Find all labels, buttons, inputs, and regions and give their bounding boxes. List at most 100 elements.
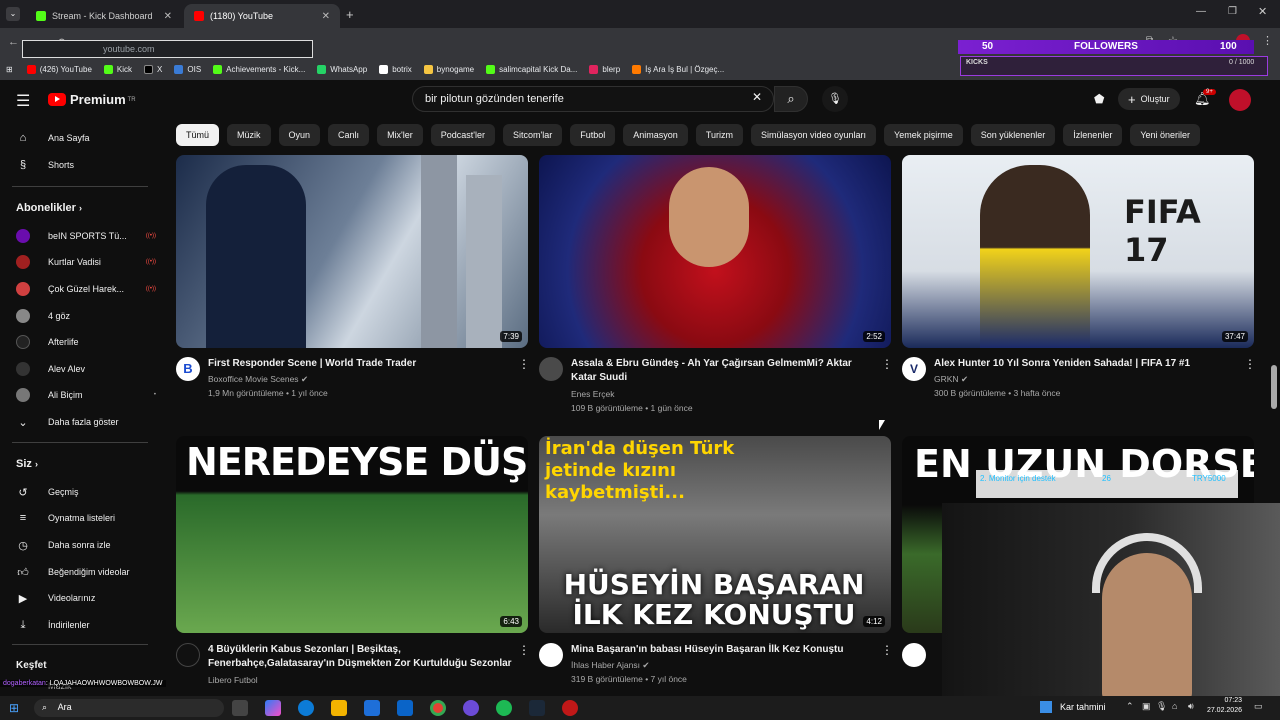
- sidebar-sub-item[interactable]: beIN SPORTS Tü... ((•)): [16, 225, 156, 247]
- sidebar-sub-item[interactable]: Alev Alev: [16, 358, 156, 380]
- chrome-icon[interactable]: [430, 700, 446, 716]
- sidebar-item-playlists[interactable]: ≡ Oynatma listeleri: [16, 507, 156, 529]
- chip[interactable]: Futbol: [570, 124, 616, 146]
- channel-name[interactable]: Enes Erçek: [571, 387, 614, 401]
- file-explorer-icon[interactable]: [331, 700, 347, 716]
- bookmark-item[interactable]: botrix: [379, 64, 412, 74]
- copilot-icon[interactable]: [265, 700, 281, 716]
- hamburger-menu-icon[interactable]: ☰: [16, 91, 30, 111]
- channel-name[interactable]: İhlas Haber Ajansı ✔: [571, 658, 649, 672]
- voice-search-button[interactable]: 🎙︎: [822, 86, 848, 112]
- youtube-premium-logo[interactable]: Premium TR: [48, 92, 136, 107]
- video-title[interactable]: Alex Hunter 10 Yıl Sonra Yeniden Sahada!…: [934, 357, 1234, 371]
- bookmark-item[interactable]: X: [144, 64, 162, 74]
- sidebar-item-history[interactable]: ↺ Geçmiş: [16, 481, 156, 503]
- video-title[interactable]: First Responder Scene | World Trade Trad…: [208, 357, 508, 371]
- sidebar-item-watch-later[interactable]: ◷ Daha sonra izle: [16, 534, 156, 556]
- cast-icon[interactable]: ⬟: [1094, 92, 1104, 106]
- more-options-icon[interactable]: ⋮: [518, 643, 530, 657]
- sidebar-item-downloads[interactable]: ⤓ İndirilenler: [16, 614, 156, 636]
- search-input[interactable]: bir pilotun gözünden tenerife: [412, 86, 774, 112]
- apps-grid-icon[interactable]: ⊞: [6, 65, 13, 74]
- chip[interactable]: Son yüklenenler: [970, 124, 1056, 146]
- channel-avatar[interactable]: [902, 643, 926, 667]
- back-icon[interactable]: ←: [8, 36, 19, 48]
- sidebar-item-your-videos[interactable]: ▶ Videolarınız: [16, 587, 156, 609]
- show-more-button[interactable]: ⌄ Daha fazla göster: [16, 411, 156, 433]
- sidebar-sub-item[interactable]: Çok Güzel Harek... ((•)): [16, 278, 156, 300]
- weather-label[interactable]: Kar tahmini: [1060, 702, 1106, 712]
- app-icon[interactable]: [562, 700, 578, 716]
- channel-name[interactable]: GRKN ✔: [934, 372, 968, 386]
- close-icon[interactable]: ✕: [322, 11, 330, 22]
- edge-icon[interactable]: [298, 700, 314, 716]
- you-header[interactable]: Siz ›: [16, 458, 38, 470]
- chip[interactable]: İzlenenler: [1063, 124, 1123, 146]
- microphone-icon[interactable]: 🎙︎: [1156, 701, 1167, 712]
- sidebar-sub-item[interactable]: Ali Biçim •: [16, 384, 156, 406]
- create-button[interactable]: + Oluştur: [1118, 88, 1180, 110]
- bookmark-item[interactable]: salimcapital Kick Da...: [486, 64, 577, 74]
- volume-icon[interactable]: 🔊︎: [1188, 701, 1194, 712]
- clock-date[interactable]: 27.02.2026: [1200, 707, 1242, 714]
- obs-icon[interactable]: [463, 700, 479, 716]
- network-icon[interactable]: ⌂: [1172, 701, 1177, 711]
- chip[interactable]: Tümü: [176, 124, 220, 146]
- bookmark-item[interactable]: (426) YouTube: [26, 64, 92, 74]
- url-field[interactable]: youtube.com: [22, 40, 313, 58]
- menu-dots-icon[interactable]: ⋮: [1262, 34, 1273, 47]
- subscriptions-header[interactable]: Abonelikler ›: [16, 202, 82, 214]
- channel-avatar[interactable]: [539, 357, 563, 381]
- video-thumbnail[interactable]: İran'da düşen Türk jetinde kızını kaybet…: [539, 436, 891, 633]
- tray-chevron-icon[interactable]: ⌃: [1126, 701, 1134, 712]
- tab-kick-dashboard[interactable]: Stream - Kick Dashboard ✕: [26, 4, 182, 28]
- channel-avatar[interactable]: V: [902, 357, 926, 381]
- chip[interactable]: Canlı: [328, 124, 370, 146]
- channel-avatar[interactable]: [176, 643, 200, 667]
- tab-youtube[interactable]: (1180) YouTube ✕: [184, 4, 340, 28]
- bookmark-item[interactable]: bynogame: [423, 64, 474, 74]
- chip[interactable]: Oyun: [278, 124, 321, 146]
- chip[interactable]: Yeni öneriler: [1130, 124, 1201, 146]
- chip[interactable]: Müzik: [227, 124, 271, 146]
- steam-icon[interactable]: [529, 700, 545, 716]
- more-options-icon[interactable]: ⋮: [881, 643, 893, 657]
- channel-avatar[interactable]: [539, 643, 563, 667]
- video-title[interactable]: 4 Büyüklerin Kabus Sezonları | Beşiktaş,…: [208, 643, 518, 671]
- windows-start-icon[interactable]: ⊞: [9, 701, 19, 715]
- bookmark-item[interactable]: Achievements - Kick...: [213, 64, 305, 74]
- bookmark-item[interactable]: WhatsApp: [317, 64, 367, 74]
- task-view-icon[interactable]: [232, 700, 248, 716]
- notification-center-icon[interactable]: ▭: [1254, 701, 1263, 712]
- bookmark-item[interactable]: OIS: [174, 64, 201, 74]
- sidebar-item-liked[interactable]: 👍︎ Beğendiğim videolar: [16, 561, 156, 583]
- video-thumbnail[interactable]: NEREDEYSE DÜŞECEKTİ! 6:43: [176, 436, 528, 633]
- bookmark-item[interactable]: blerp: [589, 64, 620, 74]
- close-window-icon[interactable]: ✕: [1258, 5, 1267, 18]
- more-options-icon[interactable]: ⋮: [1244, 357, 1256, 371]
- more-options-icon[interactable]: ⋮: [881, 357, 893, 371]
- channel-name[interactable]: Libero Futbol: [208, 673, 258, 687]
- sidebar-item-shorts[interactable]: § Shorts: [16, 154, 156, 176]
- tray-app-icon[interactable]: ▣: [1142, 701, 1151, 712]
- more-options-icon[interactable]: ⋮: [518, 357, 530, 371]
- sidebar-item-home[interactable]: ⌂ Ana Sayfa: [16, 127, 156, 149]
- outlook-icon[interactable]: [397, 700, 413, 716]
- video-title[interactable]: Mina Başaran'ın babası Hüseyin Başaran İ…: [571, 643, 871, 657]
- video-title[interactable]: Assala & Ebru Gündeş - Ah Yar Çağırsan G…: [571, 357, 871, 385]
- channel-name[interactable]: Boxoffice Movie Scenes ✔: [208, 372, 308, 386]
- tab-search-icon[interactable]: ⌄: [6, 7, 20, 21]
- bookmark-item[interactable]: İş Ara İş Bul | Özgeç...: [632, 64, 724, 74]
- chip[interactable]: Podcast'ler: [430, 124, 496, 146]
- close-icon[interactable]: ✕: [164, 11, 172, 22]
- minimize-icon[interactable]: —: [1196, 6, 1206, 17]
- search-button[interactable]: ⌕: [774, 86, 808, 112]
- account-avatar[interactable]: [1229, 89, 1251, 111]
- clear-search-icon[interactable]: ✕: [752, 90, 762, 104]
- spotify-icon[interactable]: [496, 700, 512, 716]
- sidebar-sub-item[interactable]: 4 göz: [16, 305, 156, 327]
- maximize-icon[interactable]: ❐: [1228, 6, 1237, 17]
- sidebar-sub-item[interactable]: Afterlife: [16, 331, 156, 353]
- chip[interactable]: Yemek pişirme: [884, 124, 963, 146]
- chip[interactable]: Simülasyon video oyunları: [750, 124, 877, 146]
